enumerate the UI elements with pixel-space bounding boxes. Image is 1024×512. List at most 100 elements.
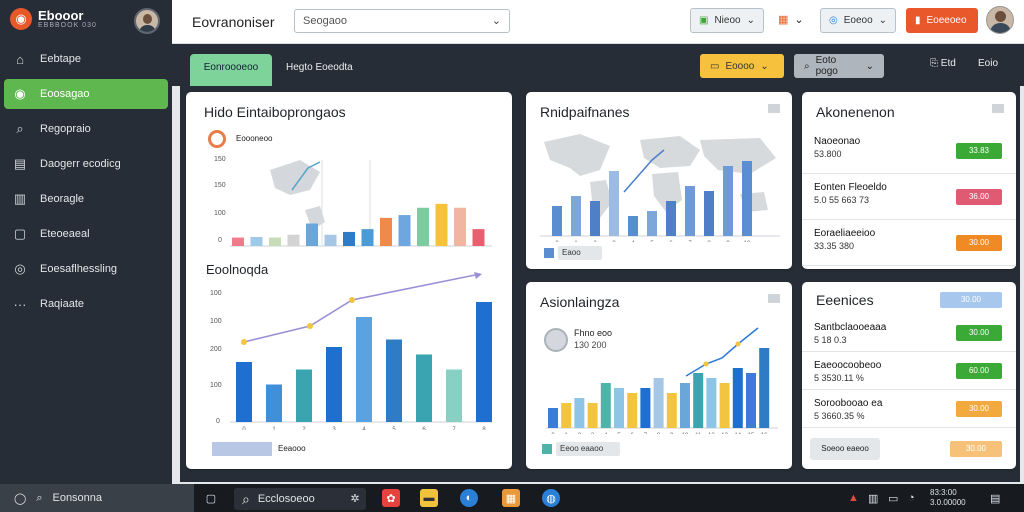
tab-details[interactable]: Hegto Eoeodta <box>272 54 367 86</box>
sidebar-item[interactable]: ⌂ Eebtape <box>4 44 168 74</box>
overview-card: Hido Eintaiboprongaos Eoooneoo 150 150 1… <box>186 92 512 469</box>
settings-button[interactable]: ◎ Eoeoo ⌄ <box>820 8 896 33</box>
x-tick-label: 13 <box>721 433 728 434</box>
x-tick-label: 3 <box>612 241 616 242</box>
sidebar-item[interactable]: ◎ Eoesaflhessling <box>4 254 168 284</box>
search-button-label: Eoto pogo <box>815 55 838 77</box>
status-badge[interactable]: 30.00 <box>956 325 1002 341</box>
status-badge[interactable]: 60.00 <box>956 363 1002 379</box>
share-button[interactable]: ⎘ Etd <box>930 58 956 69</box>
bar <box>269 237 281 246</box>
y-tick: 0 <box>218 237 222 244</box>
list-item[interactable]: Soroobooao ea 5 3660.35 % 30.00 <box>802 390 1016 428</box>
data-point <box>349 297 355 303</box>
bar <box>746 373 756 428</box>
browser-icon[interactable]: ◐ <box>460 489 478 507</box>
store-icon[interactable]: ▦ <box>502 489 520 507</box>
header-pill[interactable]: 30.00 <box>940 292 1002 308</box>
sidebar-item[interactable]: ◉ Eoosagao <box>4 79 168 109</box>
network-icon[interactable]: ▥ <box>868 492 878 505</box>
bar <box>719 383 730 428</box>
chevron-down-icon: ⌄ <box>878 15 888 26</box>
tab-overview[interactable]: Eonroooeoo <box>190 54 272 86</box>
settings-icon[interactable]: ✲ <box>346 489 364 507</box>
clock[interactable]: 83:3:00 3.0.00000 <box>930 488 966 508</box>
x-tick-label: 0 <box>555 241 559 242</box>
list-item[interactable]: Eoraeliaeeioo 33.35 380 30.00 <box>802 220 1016 266</box>
sidebar-item[interactable]: ··· Raqiaate <box>4 289 168 319</box>
settings-button-label: Eoeoo <box>843 15 873 26</box>
home-icon: ⌂ <box>16 51 24 67</box>
footer-pill[interactable]: 30.00 <box>950 441 1002 457</box>
edge-icon[interactable]: ◍ <box>542 489 560 507</box>
app-icon[interactable]: ✿ <box>382 489 400 507</box>
expand-icon[interactable] <box>768 104 780 113</box>
status-badge[interactable]: 33.83 <box>956 143 1002 159</box>
rss-icon: ◉ <box>14 86 26 101</box>
y-tick: 100 <box>210 318 222 325</box>
sidebar-item-label: Daogerr ecodicg <box>40 158 121 170</box>
list-item[interactable]: Santbclaooeaaa 5 18 0.3 30.00 <box>802 314 1016 352</box>
bar <box>296 369 312 422</box>
bar-chart-bottom: 0 1 2 3 4 5 6 7 8 <box>230 272 492 430</box>
sidebar-avatar[interactable] <box>134 8 160 34</box>
sidebar-item[interactable]: ▤ Daogerr ecodicg <box>4 149 168 179</box>
filter-button[interactable]: ▣ Nieoo ⌄ <box>690 8 764 33</box>
chevron-down-icon: ⌄ <box>760 60 769 72</box>
search-icon: ⌕ <box>36 491 43 504</box>
top-bar: Eovranoniser Seogaoo ⌄ ▣ Nieoo ⌄ ▦ ⌄ ◎ E… <box>172 0 1024 44</box>
user-avatar[interactable] <box>986 6 1014 34</box>
x-tick-label: 2 <box>578 433 582 434</box>
search-icon: ⌕ <box>804 60 810 72</box>
status-badge[interactable]: 36.00 <box>956 189 1002 205</box>
expand-icon[interactable] <box>768 294 780 303</box>
status-badge[interactable]: 30.00 <box>956 235 1002 251</box>
bar <box>472 229 485 246</box>
chevron-down-icon: ⌄ <box>746 15 755 26</box>
alert-icon[interactable]: ▲ <box>848 492 859 504</box>
grid-icon: ▣ <box>699 15 709 26</box>
folder-icon[interactable]: ▬ <box>420 489 438 507</box>
list-item[interactable]: Naoeonao 53.800 33.83 <box>802 128 1016 174</box>
x-tick-label: 10 <box>682 433 689 434</box>
edit-button[interactable]: Eoio <box>978 58 998 69</box>
card-title: Akonenenon <box>816 104 895 120</box>
list-item-label: Naoeonao <box>814 136 861 147</box>
x-tick-label: 2 <box>593 241 597 242</box>
search-button[interactable]: ⌕ Eoto pogo ⌄ <box>794 54 884 78</box>
brand-name: Ebooor <box>38 8 84 23</box>
primary-action-button[interactable]: ▮ Eoeeoeo <box>906 8 978 33</box>
list-item[interactable]: Eaeoocoobeoo 5 3530.11 % 60.00 <box>802 352 1016 390</box>
list-item[interactable]: Eonten Fleoeldo 5.0 55 663 73 36.00 <box>802 174 1016 220</box>
list-item-value: 5 3530.11 % <box>814 373 864 383</box>
status-badge[interactable]: 30.00 <box>956 401 1002 417</box>
legend-label: Eeoo eaaoo <box>556 442 620 456</box>
sidebar-item[interactable]: ▥ Beoragle <box>4 184 168 214</box>
bar <box>587 403 598 428</box>
x-tick-label: 8 <box>707 241 711 242</box>
bar <box>326 347 342 422</box>
taskbar: ◯ ⌕ Eonsonna ▢ ⌕ Ecclosoeoo ✲ ✿ ▬ ◐ ▦ ◍ … <box>0 484 1024 512</box>
expand-icon[interactable] <box>992 104 1004 113</box>
search-input[interactable]: Seogaoo ⌄ <box>294 9 510 33</box>
chart-icon: ▤ <box>13 156 27 171</box>
x-tick-label: 6 <box>422 427 426 430</box>
task-view-icon[interactable]: ▢ <box>202 489 220 507</box>
x-tick-label: 7 <box>452 427 456 430</box>
bar <box>653 378 664 428</box>
devices-footer-button[interactable]: Soeoo eaeoo <box>810 438 880 460</box>
map-bar-chart: 0 1 2 3 4 5 6 7 8 9 10 <box>540 134 780 242</box>
x-tick-label: 1 <box>272 427 276 430</box>
taskbar-search[interactable]: ◯ ⌕ Eonsonna <box>0 484 194 512</box>
sidebar-item[interactable]: ⌕ Regopraio <box>4 114 168 144</box>
volume-icon[interactable]: ◔ <box>908 492 915 504</box>
y-tick: 150 <box>214 182 226 189</box>
sidebar-item[interactable]: ▢ Eteoeaeal <box>4 219 168 249</box>
view-toggle[interactable]: ▦ ⌄ <box>778 13 804 26</box>
battery-icon[interactable]: ▭ <box>888 492 898 505</box>
brand[interactable]: ◉ Ebooor EBBBOOK 030 <box>10 8 97 30</box>
export-button[interactable]: ▭ Eoooo ⌄ <box>700 54 784 78</box>
legend-label: Eoooneoo <box>236 134 273 143</box>
notification-icon[interactable]: ▤ <box>990 492 1000 505</box>
bar <box>759 348 770 428</box>
